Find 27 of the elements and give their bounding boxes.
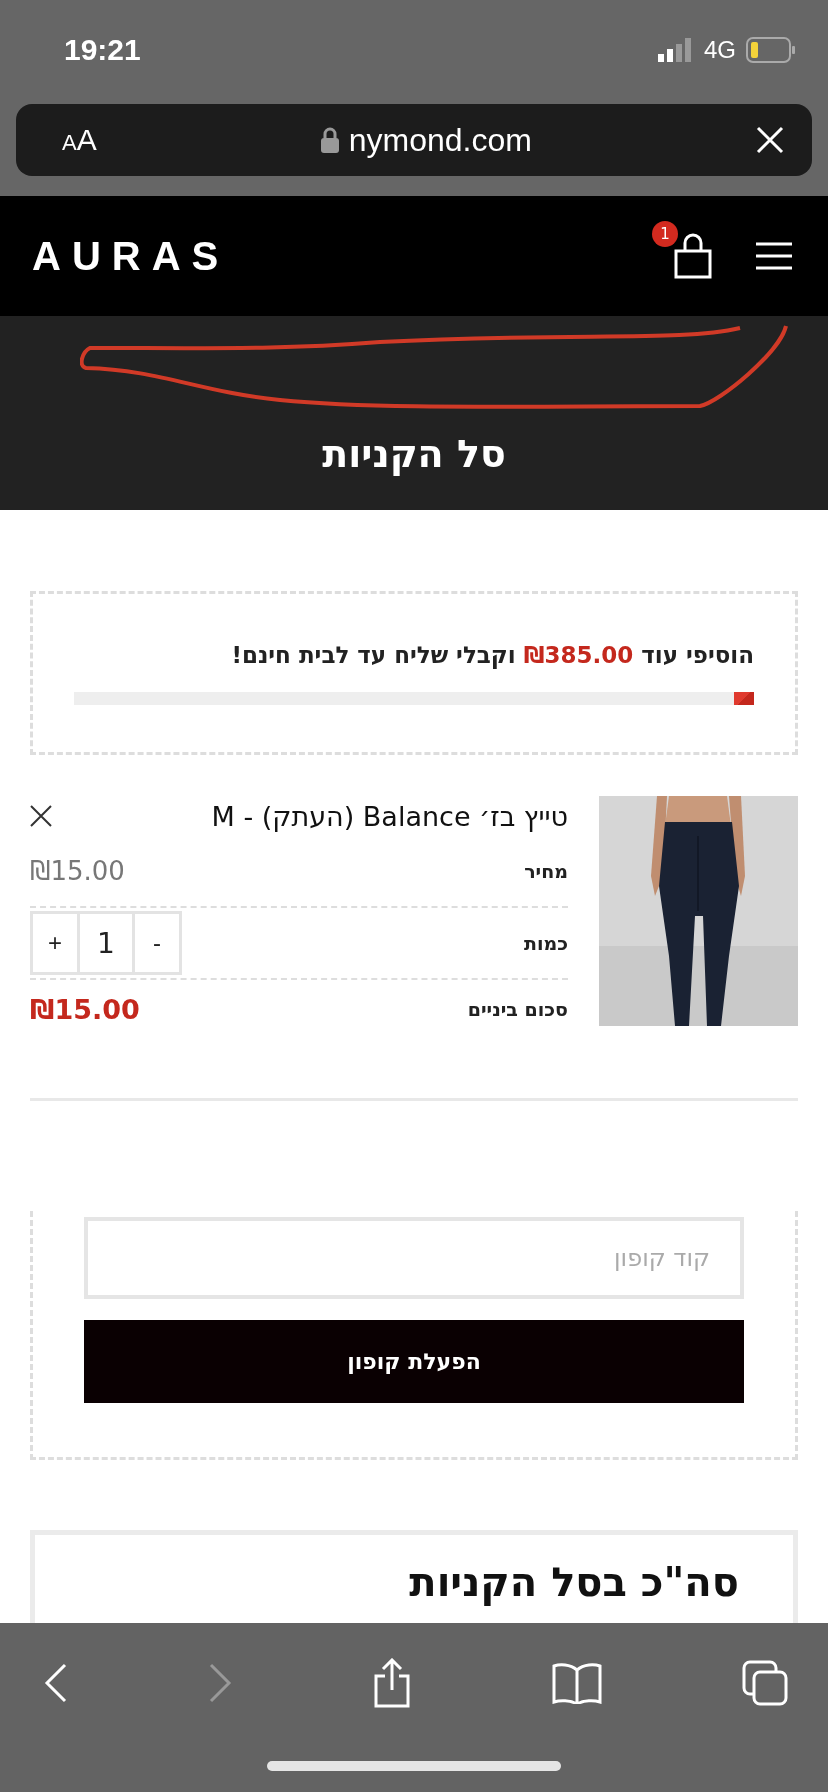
network-label: 4G xyxy=(704,36,736,64)
url-text[interactable]: nymond.com xyxy=(348,121,532,159)
menu-icon[interactable] xyxy=(756,242,792,270)
tabs-icon[interactable] xyxy=(742,1660,788,1706)
back-icon[interactable] xyxy=(44,1663,68,1703)
subtotal-label: סכום ביניים xyxy=(467,998,568,1020)
product-title[interactable]: טייץ בז׳ Balance (העתק) - M xyxy=(211,800,568,832)
page-title: סל הקניות xyxy=(322,432,506,476)
lock-icon xyxy=(320,127,339,153)
price-value: ₪15.00 xyxy=(30,856,125,886)
logo[interactable]: AURAS xyxy=(32,233,230,279)
quantity-label: כמות xyxy=(524,932,568,954)
remove-icon[interactable] xyxy=(30,805,52,827)
clock-time: 19:21 xyxy=(64,33,141,67)
coupon-field[interactable]: קוד קופון xyxy=(84,1217,744,1299)
shopping-bag-button[interactable] xyxy=(674,233,712,279)
close-icon[interactable] xyxy=(756,126,784,154)
battery-icon xyxy=(746,37,796,63)
apply-coupon-button[interactable]: הפעלת קופון xyxy=(84,1320,744,1403)
totals-heading: סה"כ בסל הקניות xyxy=(408,1559,739,1605)
book-icon[interactable] xyxy=(552,1662,602,1704)
share-icon[interactable] xyxy=(372,1658,412,1708)
cart-count-badge: 1 xyxy=(652,221,678,247)
signal-icon xyxy=(658,38,694,62)
subtotal-value: ₪15.00 xyxy=(30,993,140,1025)
text-size-button[interactable]: AA xyxy=(62,123,97,157)
price-label: מחיר xyxy=(524,860,568,882)
